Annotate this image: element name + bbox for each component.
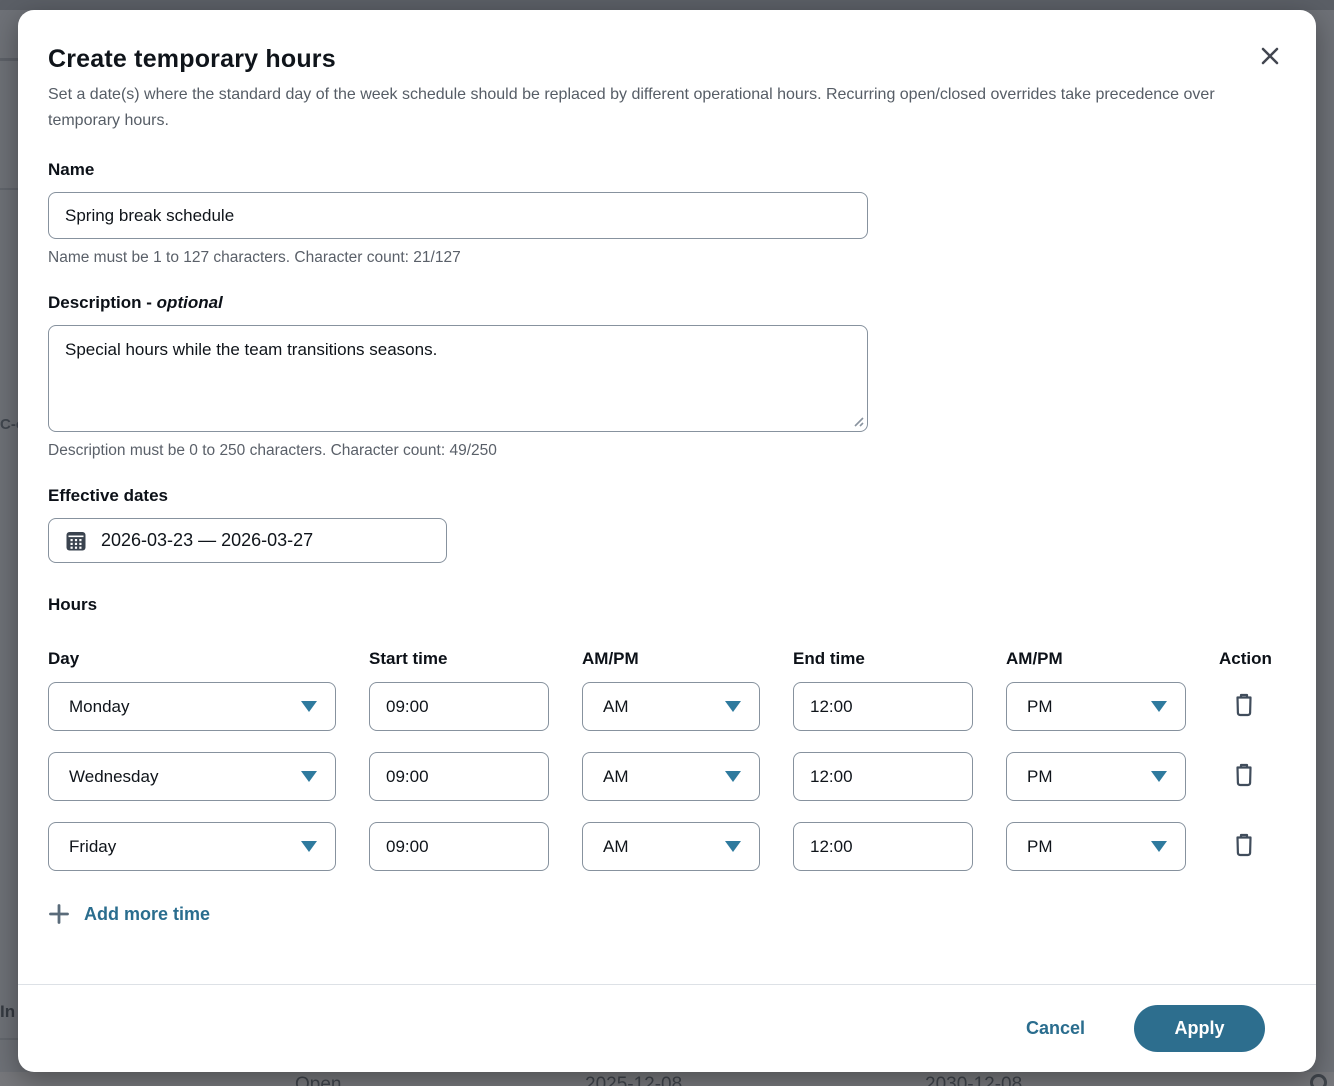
hours-row: Monday AM PM (48, 682, 1286, 731)
modal-footer: Cancel Apply (18, 984, 1316, 1072)
day-select[interactable]: Wednesday (48, 752, 336, 801)
chevron-down-icon (301, 771, 317, 782)
start-time-input[interactable] (369, 752, 549, 801)
backdrop-text-date: 2025-12-08 (585, 1074, 682, 1086)
backdrop-text-open: Open (295, 1074, 341, 1086)
hours-row: Wednesday AM PM (48, 752, 1286, 801)
backdrop-top-strip (0, 0, 1334, 10)
cancel-button[interactable]: Cancel (1026, 1018, 1085, 1039)
hours-label: Hours (48, 595, 1286, 615)
add-more-time-button[interactable]: Add more time (48, 903, 210, 925)
description-helper-text: Description must be 0 to 250 characters.… (48, 442, 1286, 460)
backdrop-divider (0, 1038, 18, 1040)
column-header-day: Day (48, 649, 336, 669)
end-time-input[interactable] (793, 752, 973, 801)
column-header-end-ampm: AM/PM (1006, 649, 1186, 669)
start-ampm-select[interactable]: AM (582, 752, 760, 801)
start-ampm-select[interactable]: AM (582, 682, 760, 731)
delete-row-icon[interactable] (1227, 830, 1261, 863)
chevron-down-icon (301, 701, 317, 712)
column-header-start-time: Start time (369, 649, 549, 669)
resize-handle-icon[interactable] (851, 414, 865, 428)
create-temporary-hours-modal: Create temporary hours Set a date(s) whe… (18, 10, 1316, 1072)
delete-row-icon[interactable] (1227, 690, 1261, 723)
backdrop-text-fragment: In (0, 1002, 15, 1022)
start-time-input[interactable] (369, 822, 549, 871)
modal-title: Create temporary hours (48, 45, 1286, 74)
apply-button[interactable]: Apply (1134, 1005, 1265, 1052)
calendar-icon (65, 530, 87, 552)
description-label: Description - optional (48, 293, 1286, 313)
name-helper-text: Name must be 1 to 127 characters. Charac… (48, 249, 1286, 267)
effective-dates-picker[interactable]: 2026-03-23 — 2026-03-27 (48, 518, 447, 563)
column-header-end-time: End time (793, 649, 973, 669)
hours-table-header: Day Start time AM/PM End time AM/PM Acti… (48, 649, 1286, 669)
start-time-input[interactable] (369, 682, 549, 731)
modal-subtitle: Set a date(s) where the standard day of … (48, 82, 1226, 134)
chevron-down-icon (725, 771, 741, 782)
description-textarea[interactable]: Special hours while the team transitions… (48, 325, 868, 432)
chevron-down-icon (725, 701, 741, 712)
day-select[interactable]: Monday (48, 682, 336, 731)
end-ampm-select[interactable]: PM (1006, 752, 1186, 801)
column-header-action: Action (1219, 649, 1279, 669)
name-input[interactable] (48, 192, 868, 239)
end-time-input[interactable] (793, 822, 973, 871)
name-label: Name (48, 160, 1286, 180)
hours-row: Friday AM PM (48, 822, 1286, 871)
backdrop-divider (0, 188, 18, 190)
end-time-input[interactable] (793, 682, 973, 731)
chevron-down-icon (1151, 771, 1167, 782)
chevron-down-icon (1151, 841, 1167, 852)
backdrop-text-date: 2030-12-08 (925, 1074, 1022, 1086)
end-ampm-select[interactable]: PM (1006, 822, 1186, 871)
day-select[interactable]: Friday (48, 822, 336, 871)
optional-suffix: optional (157, 293, 223, 312)
column-header-start-ampm: AM/PM (582, 649, 760, 669)
plus-icon (48, 903, 70, 925)
effective-dates-label: Effective dates (48, 486, 1286, 506)
end-ampm-select[interactable]: PM (1006, 682, 1186, 731)
backdrop-icon-fragment (1310, 1074, 1327, 1086)
add-more-time-label: Add more time (84, 904, 210, 925)
chevron-down-icon (1151, 701, 1167, 712)
backdrop-divider (0, 58, 18, 61)
start-ampm-select[interactable]: AM (582, 822, 760, 871)
delete-row-icon[interactable] (1227, 760, 1261, 793)
effective-dates-value: 2026-03-23 — 2026-03-27 (101, 530, 313, 551)
chevron-down-icon (725, 841, 741, 852)
chevron-down-icon (301, 841, 317, 852)
